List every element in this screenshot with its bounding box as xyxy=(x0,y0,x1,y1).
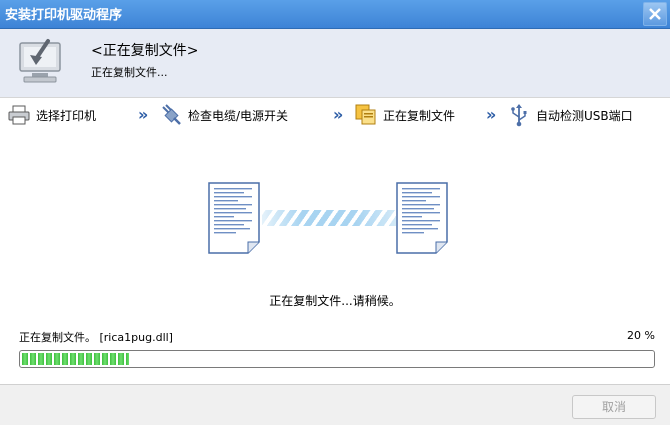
waiting-message: 正在复制文件...请稍候。 xyxy=(269,294,401,308)
printer-icon xyxy=(8,104,30,126)
window-titlebar: 安装打印机驱动程序 xyxy=(0,0,670,29)
wizard-header: <正在复制文件> 正在复制文件... xyxy=(0,29,670,97)
step-copy-files: 正在复制文件 xyxy=(355,98,455,132)
progress-percent: 20 % xyxy=(627,329,655,342)
step-select-printer: 选择打印机 xyxy=(8,98,96,132)
current-file-label: 正在复制文件。 [rica1pug.dll] xyxy=(19,331,173,344)
close-button[interactable] xyxy=(643,2,667,26)
wizard-footer: 取消 xyxy=(0,384,670,425)
copy-files-icon xyxy=(355,104,377,126)
step-label: 自动检测USB端口 xyxy=(536,108,633,123)
cancel-button[interactable]: 取消 xyxy=(572,395,656,419)
computer-install-icon xyxy=(19,39,61,83)
main-panel: 正在复制文件...请稍候。 正在复制文件。 [rica1pug.dll] 20 … xyxy=(0,132,670,384)
chevron-right-icon: » xyxy=(333,105,344,124)
progress-bar-fill xyxy=(22,353,129,365)
destination-document-icon xyxy=(396,182,448,254)
step-detect-usb: 自动检测USB端口 xyxy=(508,98,633,132)
chevron-right-icon: » xyxy=(138,105,149,124)
power-plug-icon xyxy=(160,104,182,126)
step-label: 检查电缆/电源开关 xyxy=(188,108,289,123)
chevron-right-icon: » xyxy=(486,105,497,124)
progress-bar xyxy=(19,350,655,368)
step-check-cable: 检查电缆/电源开关 xyxy=(160,98,288,132)
usb-icon xyxy=(508,104,530,127)
page-title: <正在复制文件> xyxy=(91,43,199,59)
source-document-icon xyxy=(208,182,260,254)
close-icon xyxy=(649,8,661,20)
copy-transfer-animation xyxy=(262,210,396,226)
step-label: 正在复制文件 xyxy=(383,108,456,123)
page-subtitle: 正在复制文件... xyxy=(91,66,168,79)
step-bar: 选择打印机 » 检查电缆/电源开关 » 正在复制文件 » 自动检测USB端口 xyxy=(0,97,670,133)
step-label: 选择打印机 xyxy=(36,108,97,123)
window-title: 安装打印机驱动程序 xyxy=(5,8,123,23)
